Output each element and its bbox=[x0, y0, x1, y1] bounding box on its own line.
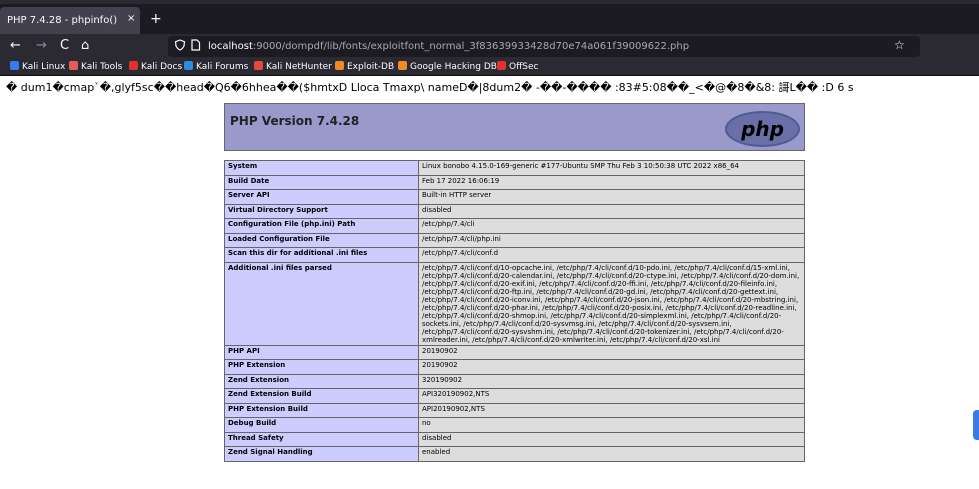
setting-name: Zend Extension Build bbox=[224, 388, 419, 404]
bookmark-google-hacking-db[interactable]: Google Hacking DB bbox=[398, 61, 497, 73]
table-row: Additional .ini files parsed/etc/php/7.4… bbox=[224, 261, 805, 346]
setting-name: Configuration File (php.ini) Path bbox=[224, 218, 419, 234]
bookmark-kali-linux[interactable]: Kali Linux bbox=[10, 61, 65, 73]
setting-name: Additional .ini files parsed bbox=[224, 261, 419, 346]
php-logo[interactable]: php bbox=[725, 111, 800, 147]
table-row: Virtual Directory Support disabled bbox=[224, 203, 805, 219]
close-tab-icon[interactable]: × bbox=[127, 14, 135, 24]
php-version-header: PHP Version 7.4.28 php bbox=[224, 103, 805, 151]
setting-value: 20190902 bbox=[418, 359, 805, 375]
kali-docs-icon bbox=[129, 61, 138, 70]
table-row: Zend Signal Handling enabled bbox=[224, 446, 805, 462]
bookmark-exploit-db[interactable]: Exploit-DB bbox=[335, 61, 394, 73]
table-row: Loaded Configuration File/etc/php/7.4/cl… bbox=[224, 232, 805, 248]
setting-value: enabled bbox=[418, 446, 805, 462]
setting-name: Virtual Directory Support bbox=[224, 203, 419, 219]
setting-name: Scan this dir for additional .ini files bbox=[224, 247, 419, 263]
page-info-icon[interactable] bbox=[190, 39, 201, 55]
forward-arrow-icon[interactable]: → bbox=[36, 38, 47, 54]
shield-icon[interactable] bbox=[174, 39, 186, 55]
bookmark-kali-tools[interactable]: Kali Tools bbox=[69, 61, 122, 73]
setting-value: 320190902 bbox=[418, 373, 805, 389]
tab-strip: PHP 7.4.28 - phpinfo() × + bbox=[0, 0, 979, 34]
bookmark-kali-nethunter[interactable]: Kali NetHunter bbox=[254, 61, 332, 73]
url-bar[interactable]: localhost:9000/dompdf/lib/fonts/exploitf… bbox=[168, 36, 920, 57]
setting-value: 20190902 bbox=[418, 344, 805, 360]
navigation-toolbar: ← → C ⌂ localhost:9000/dompdf/lib/fonts/… bbox=[0, 34, 979, 59]
kali-forums-icon bbox=[184, 61, 193, 70]
bookmark-offsec[interactable]: OffSec bbox=[497, 61, 538, 73]
php-logo-text: php bbox=[741, 117, 784, 141]
setting-value: Feb 17 2022 16:06:19 bbox=[418, 174, 805, 190]
setting-value: API320190902,NTS bbox=[418, 388, 805, 404]
table-row: Build Date Feb 17 2022 16:06:19 bbox=[224, 174, 805, 190]
url-path: :9000/dompdf/lib/fonts/exploitfont_norma… bbox=[252, 41, 690, 52]
setting-name: Zend Signal Handling bbox=[224, 446, 419, 462]
table-row: Scan this dir for additional .ini files /… bbox=[224, 247, 805, 263]
bookmark-star-icon[interactable]: ☆ bbox=[894, 38, 905, 52]
table-row: Configuration File (php.ini) Path/etc/ph… bbox=[224, 218, 805, 234]
setting-name: Build Date bbox=[224, 174, 419, 190]
table-row: Zend Extension Build API320190902,NTS bbox=[224, 388, 805, 404]
setting-name: System bbox=[224, 160, 419, 176]
setting-value: /etc/php/7.4/cli/conf.d/10-opcache.ini, … bbox=[418, 261, 805, 346]
tab-title: PHP 7.4.28 - phpinfo() bbox=[7, 15, 118, 26]
setting-name: Debug Build bbox=[224, 417, 419, 433]
setting-name: Loaded Configuration File bbox=[224, 232, 419, 248]
offsec-icon bbox=[497, 61, 506, 70]
ghdb-icon bbox=[398, 61, 407, 70]
kali-tools-icon bbox=[69, 61, 78, 70]
page-title: PHP Version 7.4.28 bbox=[230, 114, 360, 128]
setting-value: disabled bbox=[418, 431, 805, 447]
setting-value: /etc/php/7.4/cli bbox=[418, 218, 805, 234]
tab-phpinfo[interactable]: PHP 7.4.28 - phpinfo() bbox=[0, 7, 140, 34]
exploit-db-icon bbox=[335, 61, 344, 70]
table-row: Zend Extension 320190902 bbox=[224, 373, 805, 389]
setting-name: PHP Extension bbox=[224, 359, 419, 375]
setting-value: disabled bbox=[418, 203, 805, 219]
setting-name: Thread Safety bbox=[224, 431, 419, 447]
setting-name: PHP Extension Build bbox=[224, 402, 419, 418]
setting-value: no bbox=[418, 417, 805, 433]
table-row: Server API Built-in HTTP server bbox=[224, 189, 805, 205]
home-icon[interactable]: ⌂ bbox=[81, 38, 89, 54]
table-row: PHP Extension Build API20190902,NTS bbox=[224, 402, 805, 418]
setting-name: PHP API bbox=[224, 344, 419, 360]
url-text[interactable]: localhost:9000/dompdf/lib/fonts/exploitf… bbox=[208, 40, 689, 53]
table-row: PHP API 20190902 bbox=[224, 344, 805, 360]
bookmark-kali-forums[interactable]: Kali Forums bbox=[184, 61, 248, 73]
setting-value: Linux bonobo 4.15.0-169-generic #177-Ubu… bbox=[418, 160, 805, 176]
setting-value: /etc/php/7.4/cli/conf.d bbox=[418, 247, 805, 263]
kali-dragon-icon bbox=[10, 61, 19, 70]
setting-value: Built-in HTTP server bbox=[418, 189, 805, 205]
bookmarks-toolbar: Kali Linux Kali Tools Kali Docs Kali For… bbox=[0, 59, 979, 76]
table-row: System Linux bonobo 4.15.0-169-generic #1… bbox=[224, 160, 805, 176]
setting-value: API20190902,NTS bbox=[418, 402, 805, 418]
phpinfo-table: System Linux bonobo 4.15.0-169-generic #1… bbox=[224, 160, 805, 462]
table-row: PHP Extension 20190902 bbox=[224, 359, 805, 375]
setting-name: Server API bbox=[224, 189, 419, 205]
setting-value: /etc/php/7.4/cli/php.ini bbox=[418, 232, 805, 248]
side-panel-tab[interactable] bbox=[973, 410, 979, 440]
bookmark-kali-docs[interactable]: Kali Docs bbox=[129, 61, 182, 73]
table-row: Thread Safety disabled bbox=[224, 431, 805, 447]
table-row: Debug Build no bbox=[224, 417, 805, 433]
nethunter-icon bbox=[254, 61, 263, 70]
raw-font-bytes-text: � dum1�cmap`�,glyf5sc��head�Q6�6hhea��($… bbox=[6, 81, 854, 94]
reload-icon[interactable]: C bbox=[60, 38, 69, 54]
back-arrow-icon[interactable]: ← bbox=[10, 38, 21, 54]
url-host: localhost bbox=[208, 41, 253, 52]
new-tab-icon[interactable]: + bbox=[150, 12, 162, 26]
setting-name: Zend Extension bbox=[224, 373, 419, 389]
